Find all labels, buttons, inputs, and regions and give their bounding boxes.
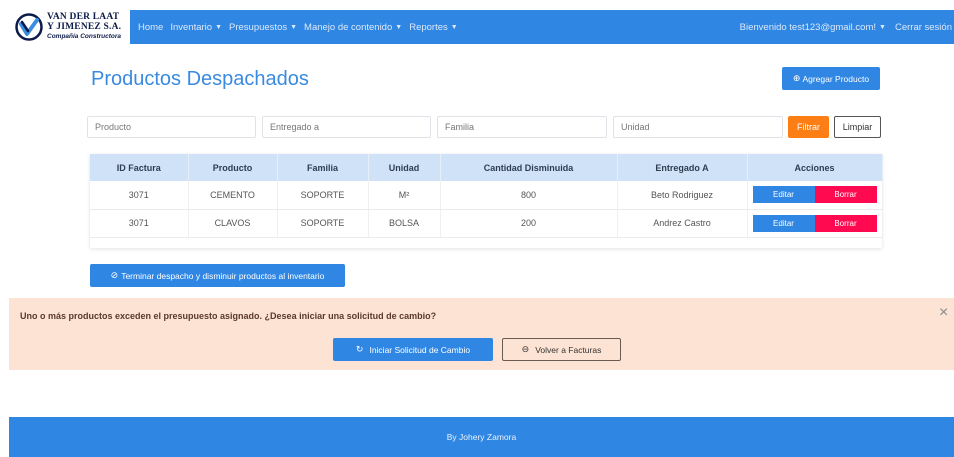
alert-message: Uno o más productos exceden el presupues… xyxy=(20,311,437,321)
unit-filter-input[interactable]: Unidad xyxy=(613,116,783,138)
user-nav: Bienvenido test123@gmail.com! ▼ Cerrar s… xyxy=(731,10,952,44)
cell-familia: SOPORTE xyxy=(277,209,369,238)
footer-credit: By Johery Zamora xyxy=(446,432,517,442)
delete-button[interactable]: Borrar xyxy=(814,186,877,204)
company-logo[interactable]: VAN DER LAAT Y JIMENEZ S.A. Compañía Con… xyxy=(9,10,130,44)
check-circle-icon: ⊘ xyxy=(110,270,119,280)
dispatched-products-table: ID Factura Producto Familia Unidad Canti… xyxy=(90,154,883,248)
start-change-request-label: Iniciar Solicitud de Cambio xyxy=(369,344,471,355)
nav-item-label: Reportes xyxy=(409,21,448,33)
column-header[interactable]: Cantidad Disminuida xyxy=(440,154,618,181)
column-header[interactable]: Producto xyxy=(188,154,278,181)
delivered-to-filter-input[interactable]: Entregado a xyxy=(262,116,431,138)
caret-down-icon: ▼ xyxy=(395,23,403,31)
main-nav: Home Inventario ▼ Presupuestos ▼ Manejo … xyxy=(138,10,465,44)
table-header-row: ID Factura Producto Familia Unidad Canti… xyxy=(90,154,883,181)
caret-down-icon: ▼ xyxy=(290,23,298,31)
nav-item-label: Inventario xyxy=(170,21,213,33)
caret-down-icon: ▼ xyxy=(215,23,223,31)
refresh-icon: ↻ xyxy=(355,344,364,354)
clear-button[interactable]: Limpiar xyxy=(834,116,881,138)
filter-button[interactable]: Filtrar xyxy=(788,116,829,138)
top-navbar: VAN DER LAAT Y JIMENEZ S.A. Compañía Con… xyxy=(9,10,954,44)
back-to-invoices-label: Volver a Facturas xyxy=(535,344,602,355)
add-product-label: Agregar Producto xyxy=(802,73,870,84)
nav-item-presupuestos[interactable]: Presupuestos ▼ xyxy=(229,22,297,33)
table-row: 3071 CLAVOS SOPORTE BOLSA 200 Andrez Cas… xyxy=(90,209,883,238)
nav-item-label: Presupuestos xyxy=(229,21,288,33)
finish-dispatch-label: Terminar despacho y disminuir productos … xyxy=(121,270,325,281)
nav-item-inventario[interactable]: Inventario ▼ xyxy=(170,22,222,33)
column-header[interactable]: ID Factura xyxy=(90,154,189,181)
welcome-text: Bienvenido test123@gmail.com! xyxy=(739,21,877,33)
close-icon[interactable]: × xyxy=(939,304,948,322)
cell-unidad: M² xyxy=(368,181,441,210)
cell-producto: CLAVOS xyxy=(188,209,278,238)
cell-acciones: Editar Borrar xyxy=(747,181,883,210)
nav-item-label: Manejo de contenido xyxy=(304,21,393,33)
column-header[interactable]: Entregado A xyxy=(617,154,748,181)
product-filter-input[interactable]: Producto xyxy=(87,116,256,138)
cell-id-factura: 3071 xyxy=(90,181,189,210)
cell-entregado: Andrez Castro xyxy=(617,209,748,238)
add-product-button[interactable]: ⊕ Agregar Producto xyxy=(782,67,880,90)
edit-button[interactable]: Editar xyxy=(752,186,815,204)
logo-text-line2: Y JIMENEZ S.A. xyxy=(47,22,122,32)
logo-mark-icon xyxy=(15,13,43,41)
logo-tagline: Compañía Constructora xyxy=(47,33,122,40)
cell-cantidad: 200 xyxy=(440,209,618,238)
column-header[interactable]: Unidad xyxy=(368,154,441,181)
cell-acciones: Editar Borrar xyxy=(747,209,883,238)
back-to-invoices-button[interactable]: ⊖ Volver a Facturas xyxy=(502,338,621,361)
cell-unidad: BOLSA xyxy=(368,209,441,238)
cell-familia: SOPORTE xyxy=(277,181,369,210)
caret-down-icon: ▼ xyxy=(879,23,886,31)
column-header[interactable]: Familia xyxy=(277,154,369,181)
start-change-request-button[interactable]: ↻ Iniciar Solicitud de Cambio xyxy=(333,338,493,361)
delete-button[interactable]: Borrar xyxy=(814,214,877,232)
edit-button[interactable]: Editar xyxy=(752,214,815,232)
cell-producto: CEMENTO xyxy=(188,181,278,210)
caret-down-icon: ▼ xyxy=(450,23,458,31)
cell-id-factura: 3071 xyxy=(90,209,189,238)
finish-dispatch-button[interactable]: ⊘ Terminar despacho y disminuir producto… xyxy=(90,264,345,287)
footer: By Johery Zamora xyxy=(9,417,954,457)
logo-text-line1: VAN DER LAAT xyxy=(47,12,120,22)
plus-circle-icon: ⊕ xyxy=(792,73,801,83)
nav-item-reportes[interactable]: Reportes ▼ xyxy=(409,22,458,33)
page-title: Productos Despachados xyxy=(91,68,309,90)
arrow-left-circle-icon: ⊖ xyxy=(521,344,530,354)
cell-entregado: Beto Rodriguez xyxy=(617,181,748,210)
budget-warning-alert: Uno o más productos exceden el presupues… xyxy=(9,298,954,370)
table-row: 3071 CEMENTO SOPORTE M² 800 Beto Rodrigu… xyxy=(90,181,883,210)
nav-item-manejo-contenido[interactable]: Manejo de contenido ▼ xyxy=(304,22,402,33)
nav-item-label: Home xyxy=(138,21,164,33)
user-menu[interactable]: Bienvenido test123@gmail.com! ▼ xyxy=(740,22,886,33)
nav-item-home[interactable]: Home xyxy=(138,22,163,33)
logout-link[interactable]: Cerrar sesión xyxy=(895,22,952,33)
cell-cantidad: 800 xyxy=(440,181,618,210)
family-filter-input[interactable]: Familia xyxy=(437,116,607,138)
column-header: Acciones xyxy=(747,154,883,181)
